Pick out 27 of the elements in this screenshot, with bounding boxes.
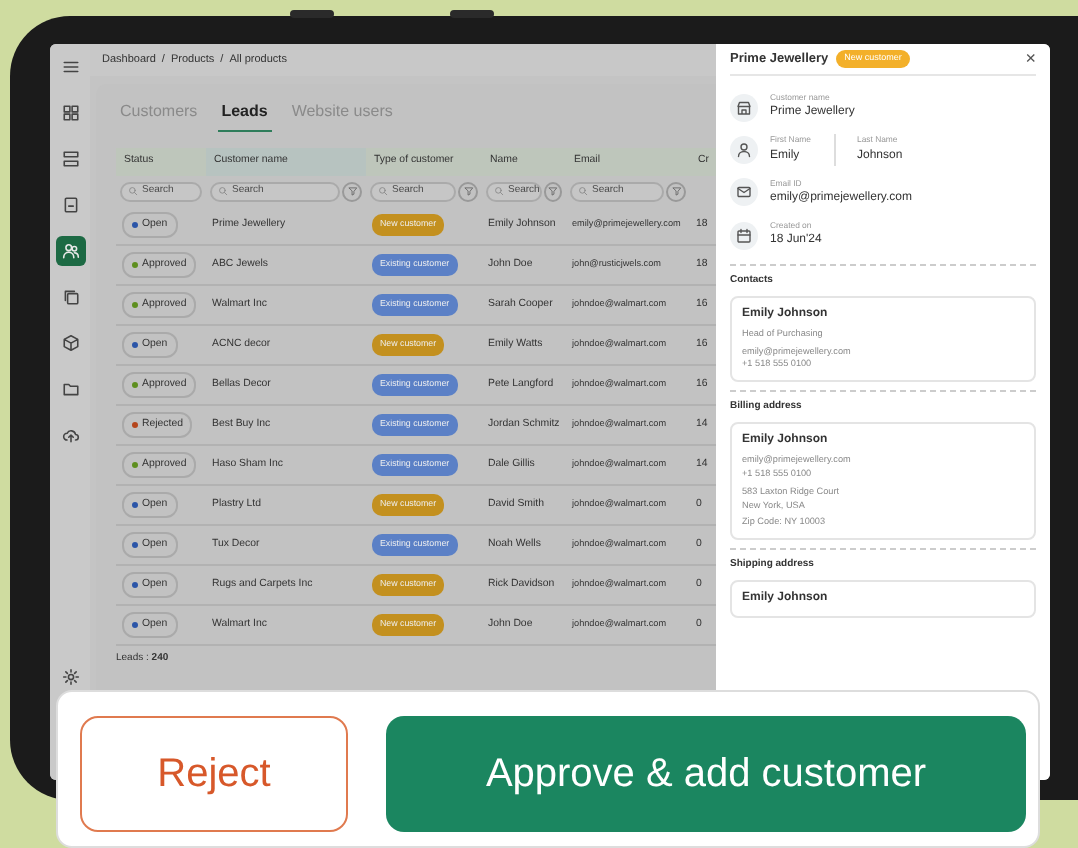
cloud-upload-icon[interactable] bbox=[61, 426, 79, 444]
reject-button[interactable]: Reject bbox=[80, 716, 348, 832]
filter-icon bbox=[347, 186, 357, 196]
cube-icon[interactable] bbox=[61, 334, 79, 352]
filter-icon bbox=[463, 186, 473, 196]
person-icon bbox=[736, 141, 752, 158]
document-icon[interactable] bbox=[61, 196, 79, 214]
search-icon bbox=[378, 186, 388, 196]
search-icon bbox=[218, 186, 228, 196]
search-icon bbox=[494, 186, 504, 196]
settings-icon[interactable] bbox=[61, 668, 79, 686]
folder-icon[interactable] bbox=[61, 380, 79, 398]
calendar-icon bbox=[736, 227, 752, 244]
mail-icon bbox=[736, 184, 752, 201]
list-icon[interactable] bbox=[61, 150, 79, 168]
people-icon[interactable] bbox=[61, 242, 79, 260]
store-icon bbox=[736, 99, 752, 116]
filter-icon bbox=[547, 186, 558, 196]
search-icon bbox=[128, 186, 138, 196]
menu-icon[interactable] bbox=[61, 58, 79, 76]
copy-icon[interactable] bbox=[61, 288, 79, 306]
approve-button[interactable]: Approve & add customer bbox=[386, 716, 1026, 832]
search-icon bbox=[578, 186, 588, 196]
filter-icon bbox=[671, 186, 681, 196]
close-button[interactable]: × bbox=[1025, 50, 1036, 68]
tab[interactable]: Leads bbox=[217, 96, 272, 132]
grid-icon[interactable] bbox=[61, 104, 79, 122]
